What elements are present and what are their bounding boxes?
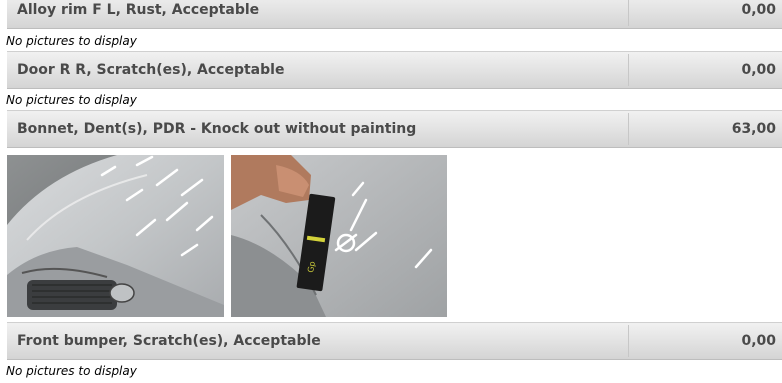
damage-row-bonnet: Bonnet, Dent(s), PDR - Knock out without…: [7, 110, 782, 148]
damage-label: Alloy rim F L, Rust, Acceptable: [17, 2, 260, 18]
no-pictures-text: No pictures to display: [6, 93, 137, 107]
column-divider: [628, 54, 629, 86]
damage-amount: 0,00: [741, 333, 776, 349]
damage-amount: 63,00: [731, 121, 776, 137]
column-divider: [628, 113, 629, 145]
no-pictures-text: No pictures to display: [6, 34, 137, 48]
damage-amount: 0,00: [741, 2, 776, 18]
damage-row-alloy-rim: Alloy rim F L, Rust, Acceptable 0,00: [7, 0, 782, 29]
damage-label: Bonnet, Dent(s), PDR - Knock out without…: [17, 121, 417, 137]
column-divider: [628, 0, 629, 26]
bonnet-damage-photo-2[interactable]: Gp: [231, 155, 447, 317]
damage-amount: 0,00: [741, 62, 776, 78]
damage-label: Front bumper, Scratch(es), Acceptable: [17, 333, 321, 349]
damage-label: Door R R, Scratch(es), Acceptable: [17, 62, 285, 78]
damage-row-front-bumper: Front bumper, Scratch(es), Acceptable 0,…: [7, 322, 782, 360]
bonnet-damage-photo-1[interactable]: [7, 155, 224, 317]
column-divider: [628, 325, 629, 357]
damage-row-door: Door R R, Scratch(es), Acceptable 0,00: [7, 51, 782, 89]
no-pictures-text: No pictures to display: [6, 364, 137, 378]
